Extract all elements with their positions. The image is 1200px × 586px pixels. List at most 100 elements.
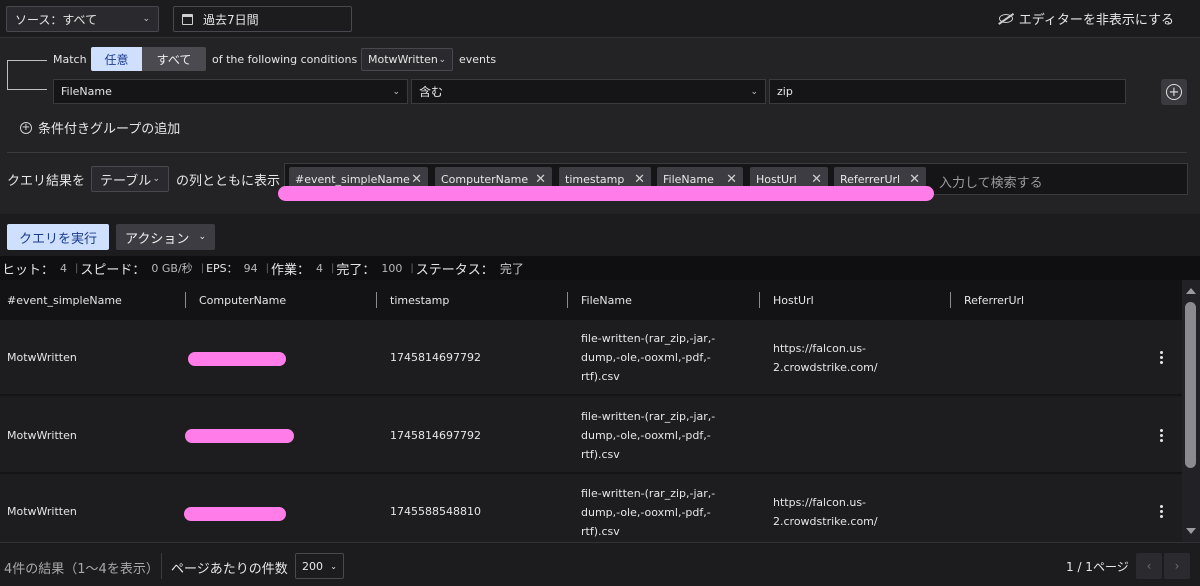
- chevron-down-icon: ⌄: [750, 86, 758, 97]
- stat-divider: |: [75, 262, 79, 274]
- column-header[interactable]: ComputerName: [199, 294, 286, 307]
- column-tag-label: ComputerName: [441, 172, 529, 186]
- event-type-label: MotwWritten: [368, 53, 438, 66]
- hits-label: ヒット：: [2, 262, 55, 278]
- close-icon[interactable]: ✕: [726, 172, 737, 187]
- hosturl-cell: https://falcon.us- 2.crowdstrike.com/: [773, 339, 878, 377]
- view-type-select[interactable]: テーブル ⌄: [91, 166, 170, 192]
- column-divider[interactable]: [950, 292, 951, 308]
- close-icon[interactable]: ✕: [634, 172, 645, 187]
- filename-line: rtf).csv: [581, 370, 620, 383]
- plus-icon: +: [1166, 84, 1182, 100]
- run-query-button[interactable]: クエリを実行: [7, 224, 109, 250]
- done-label: 完了：: [336, 262, 376, 278]
- chevron-right-icon: ›: [1174, 559, 1180, 573]
- close-icon[interactable]: ✕: [535, 172, 546, 187]
- pagination-footer: 4件の結果（1〜4を表示） ページあたりの件数 200 ⌄ 1 / 1ページ ‹…: [0, 542, 1200, 586]
- redaction-mark: [188, 352, 286, 366]
- chevron-down-icon: ⌄: [198, 232, 206, 242]
- stat-divider: |: [410, 262, 414, 274]
- show-suffix-label: の列とともに表示: [176, 173, 281, 189]
- column-header[interactable]: HostUrl: [773, 294, 814, 307]
- hits-value: 4: [60, 261, 68, 275]
- filename-line: rtf).csv: [581, 448, 620, 461]
- column-divider[interactable]: [567, 292, 568, 308]
- timestamp-cell: 1745814697792: [390, 351, 481, 364]
- show-prefix-label: クエリ結果を: [7, 173, 86, 189]
- result-count: 4件の結果（1〜4を表示）: [4, 562, 159, 577]
- hosturl-line: 2.crowdstrike.com/: [773, 515, 878, 528]
- date-range-label: 過去7日間: [203, 12, 259, 27]
- add-condition-group-button[interactable]: + 条件付きグループの追加: [20, 118, 180, 137]
- row-menu-icon[interactable]: [1158, 505, 1164, 518]
- column-header[interactable]: #event_simpleName: [7, 294, 122, 307]
- scroll-down-icon[interactable]: [1186, 528, 1196, 534]
- query-editor: Match 任意 すべて of the following conditions…: [0, 38, 1200, 214]
- table-scrollbar[interactable]: [1182, 280, 1200, 542]
- condition-operator-select[interactable]: 含む ⌄: [411, 79, 766, 104]
- column-header[interactable]: ReferrerUrl: [964, 294, 1024, 307]
- event-type-select[interactable]: MotwWritten ⌄: [361, 48, 453, 71]
- match-any-button[interactable]: 任意: [91, 47, 142, 71]
- editor-divider: [7, 152, 1187, 153]
- stat-divider: |: [265, 262, 270, 274]
- table-row[interactable]: MotwWritten 1745588548810 file-written-(…: [0, 476, 1182, 542]
- filename-line: dump,-ole,-ooxml,-pdf,-: [581, 351, 711, 364]
- column-tag-label: FileName: [663, 172, 714, 186]
- tag-search-placeholder: 入力して検索する: [939, 176, 1043, 191]
- column-header[interactable]: timestamp: [390, 294, 449, 307]
- next-page-button[interactable]: ›: [1164, 553, 1190, 579]
- add-group-label: 条件付きグループの追加: [38, 122, 181, 137]
- actions-menu-button[interactable]: アクション ⌄: [116, 224, 215, 250]
- table-row[interactable]: MotwWritten 1745814697792 file-written-(…: [0, 398, 1182, 474]
- filename-cell: file-written-(rar_zip,-jar,- dump,-ole,-…: [581, 329, 715, 386]
- hide-editor-label: エディターを非表示にする: [1018, 13, 1174, 28]
- condition-value-input[interactable]: zip: [769, 79, 1126, 104]
- column-header[interactable]: FileName: [581, 294, 632, 307]
- close-icon[interactable]: ✕: [411, 172, 422, 187]
- chevron-down-icon: ⌄: [330, 561, 337, 571]
- timestamp-cell: 1745588548810: [390, 505, 481, 518]
- conditions-text: of the following conditions in: [212, 53, 371, 66]
- filename-line: file-written-(rar_zip,-jar,-: [581, 332, 716, 345]
- redaction-mark: [184, 507, 286, 521]
- results-table-body: MotwWritten 1745814697792 file-written-(…: [0, 320, 1182, 542]
- column-divider[interactable]: [185, 292, 186, 308]
- filename-line: dump,-ole,-ooxml,-pdf,-: [581, 429, 711, 442]
- previous-page-button[interactable]: ‹: [1136, 553, 1162, 579]
- view-type-label: テーブル: [100, 173, 152, 189]
- column-tag-label: timestamp: [565, 172, 625, 186]
- redaction-mark: [278, 186, 934, 201]
- eps-label: EPS：: [206, 262, 238, 275]
- condition-operator-label: 含む: [419, 85, 444, 99]
- per-page-value: 200: [302, 559, 323, 573]
- column-divider[interactable]: [759, 292, 760, 308]
- scroll-up-icon[interactable]: [1186, 288, 1196, 294]
- chevron-left-icon: ‹: [1146, 559, 1152, 573]
- per-page-select[interactable]: 200 ⌄: [295, 553, 344, 579]
- table-row[interactable]: MotwWritten 1745814697792 file-written-(…: [0, 320, 1182, 396]
- match-all-button[interactable]: すべて: [142, 47, 206, 71]
- event-name-cell: MotwWritten: [7, 429, 77, 442]
- close-icon[interactable]: ✕: [909, 172, 920, 187]
- top-bar: ソース：すべて ⌄ 過去7日間 エディターを非表示にする: [0, 0, 1200, 38]
- redaction-mark: [185, 429, 294, 443]
- add-condition-button[interactable]: +: [1161, 79, 1187, 105]
- row-menu-icon[interactable]: [1158, 351, 1164, 364]
- work-label: 作業：: [271, 262, 311, 278]
- chevron-down-icon: ⌄: [392, 86, 400, 97]
- column-divider[interactable]: [376, 292, 377, 308]
- close-icon[interactable]: ✕: [811, 172, 822, 187]
- condition-field-select[interactable]: FileName ⌄: [53, 79, 408, 104]
- row-menu-icon[interactable]: [1158, 429, 1164, 442]
- date-range-picker[interactable]: 過去7日間: [173, 6, 352, 32]
- column-tag-label: #event_simpleName: [295, 172, 410, 186]
- event-name-cell: MotwWritten: [7, 505, 77, 518]
- scrollbar-thumb[interactable]: [1185, 302, 1196, 468]
- chevron-down-icon: ⌄: [438, 54, 446, 65]
- per-page-label: ページあたりの件数: [171, 562, 288, 577]
- chevron-down-icon: ⌄: [142, 14, 150, 24]
- hide-editor-button[interactable]: エディターを非表示にする: [998, 9, 1174, 28]
- source-select[interactable]: ソース：すべて ⌄: [6, 6, 159, 32]
- filename-line: file-written-(rar_zip,-jar,-: [581, 487, 716, 500]
